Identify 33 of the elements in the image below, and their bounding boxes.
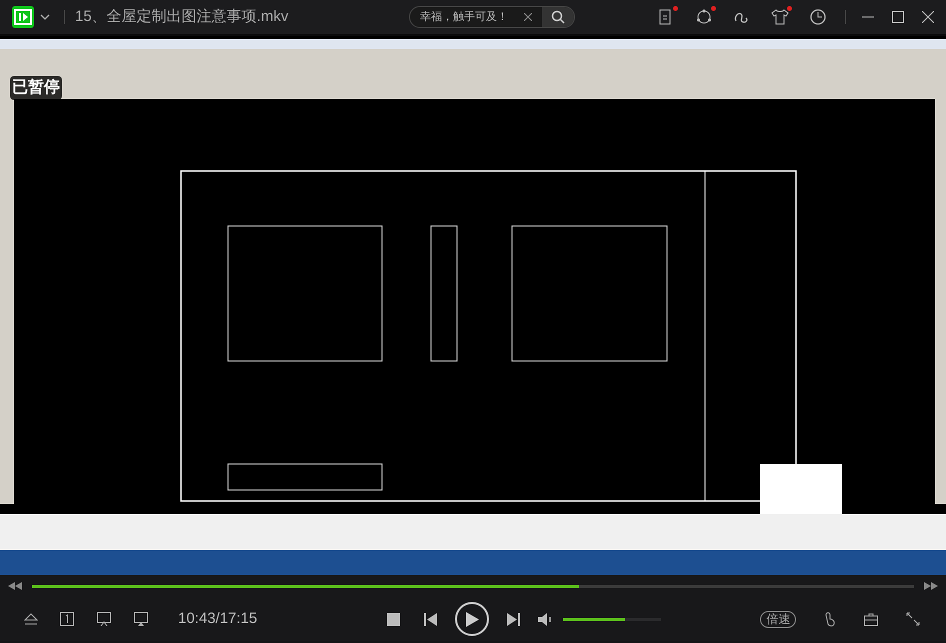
previous-icon[interactable] (424, 612, 438, 626)
shirt-icon[interactable] (771, 8, 789, 26)
volume-slider[interactable] (563, 618, 662, 620)
toolbox-icon[interactable] (864, 612, 878, 626)
search-field[interactable]: 幸福，触手可及！ (410, 8, 522, 26)
clock-icon[interactable] (809, 8, 827, 26)
stop-icon[interactable] (387, 612, 400, 626)
fullscreen-icon[interactable] (906, 612, 920, 626)
play-icon (466, 612, 479, 626)
subtitle-icon[interactable] (60, 612, 74, 626)
search-box[interactable]: 幸福，触手可及！ (409, 6, 575, 28)
progress-bar[interactable] (32, 584, 914, 588)
maximize-icon[interactable] (892, 11, 904, 23)
fast-forward-icon[interactable] (924, 582, 938, 590)
close-icon[interactable] (922, 11, 934, 23)
clear-icon[interactable] (522, 13, 534, 21)
screen-cast-icon[interactable] (134, 612, 148, 626)
share-icon[interactable] (695, 8, 713, 26)
search-button[interactable] (542, 7, 574, 27)
logo-icon[interactable] (12, 6, 34, 28)
play-button[interactable] (455, 602, 490, 636)
paused-label: 已暂停 (10, 76, 62, 100)
eject-icon[interactable] (24, 613, 38, 625)
search-icon (551, 10, 565, 24)
tv-icon[interactable] (97, 612, 111, 626)
caret-icon[interactable] (40, 14, 50, 20)
speed-button[interactable]: 倍速 (760, 610, 796, 628)
hand-icon[interactable] (824, 611, 836, 627)
file-name: 15、全屋定制出图注意事项.mkv (75, 6, 288, 27)
next-icon[interactable] (507, 612, 520, 626)
time-display: 10:43/17:15 (178, 608, 258, 629)
volume-icon[interactable] (538, 612, 554, 626)
rewind-icon[interactable] (8, 582, 22, 590)
